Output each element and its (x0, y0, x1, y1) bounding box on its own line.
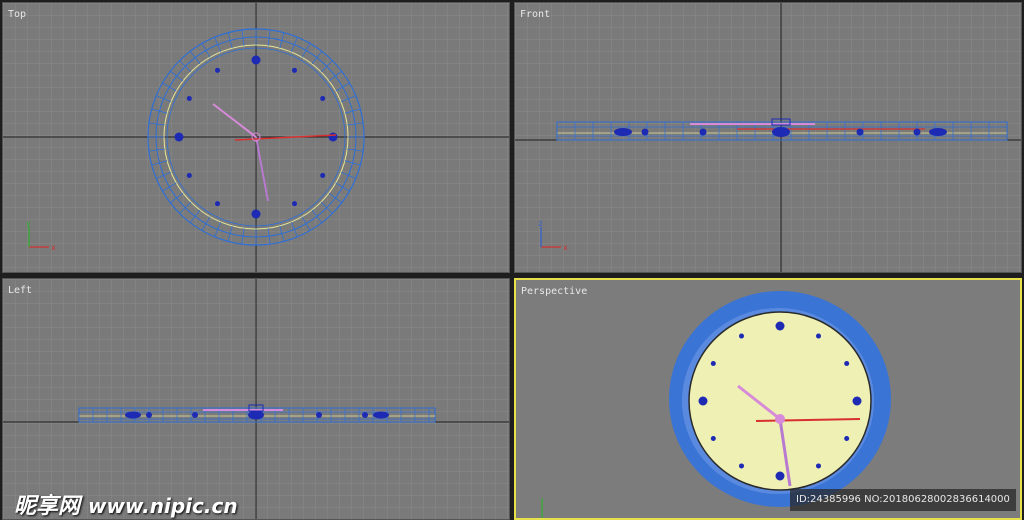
axis-x-label: x (51, 243, 56, 252)
hour-marker (251, 55, 261, 65)
hour-marker (186, 96, 192, 101)
hour-marker (320, 96, 326, 101)
hour-marker (710, 361, 716, 366)
viewport-left[interactable]: Left (2, 278, 510, 520)
axis-z-label: z (538, 219, 543, 228)
axis-x-label: x (563, 243, 568, 252)
hour-marker (739, 463, 744, 469)
hour-marker (215, 201, 220, 207)
hour-marker (775, 471, 785, 481)
hour-marker (739, 333, 744, 339)
hour-marker (816, 333, 821, 339)
hour-marker (292, 201, 297, 207)
hour-marker (710, 436, 716, 441)
watermark-url: www.nipic.cn (88, 494, 238, 518)
viewport-perspective[interactable]: Perspective (514, 278, 1022, 520)
viewport-front[interactable]: Front x z (514, 2, 1022, 273)
left-grid (3, 279, 509, 519)
hour-marker (328, 132, 338, 142)
hour-marker (251, 209, 261, 219)
viewport-label-left[interactable]: Left (8, 285, 32, 296)
hour-marker (292, 67, 297, 73)
watermark: 昵享网 www.nipic.cn (14, 488, 238, 520)
viewport-label-front[interactable]: Front (520, 9, 550, 20)
hour-marker (775, 321, 785, 331)
hour-marker (320, 173, 326, 178)
perspective-scene (541, 291, 891, 518)
top-grid (3, 3, 509, 272)
axis-tripod-top: x y (26, 219, 56, 252)
hour-marker (844, 361, 850, 366)
hour-marker (215, 67, 220, 73)
hour-marker (186, 173, 192, 178)
viewport-label-perspective[interactable]: Perspective (521, 286, 587, 297)
perspective-clock (669, 291, 891, 507)
top-clock-wireframe (147, 28, 365, 246)
hour-marker (698, 396, 708, 406)
hour-marker (816, 463, 821, 469)
viewport-label-top[interactable]: Top (8, 9, 26, 20)
hour-marker (174, 132, 184, 142)
hour-marker (844, 436, 850, 441)
axis-y-label: y (26, 219, 31, 228)
watermark-brand: 昵享网 (14, 494, 81, 519)
axis-tripod-front: x z (538, 219, 568, 252)
hour-marker (852, 396, 862, 406)
front-grid (515, 3, 1021, 272)
viewport-top[interactable]: Top x y (2, 2, 510, 273)
image-id-strip: ID:24385996 NO:20180628002836614000 (790, 489, 1016, 511)
